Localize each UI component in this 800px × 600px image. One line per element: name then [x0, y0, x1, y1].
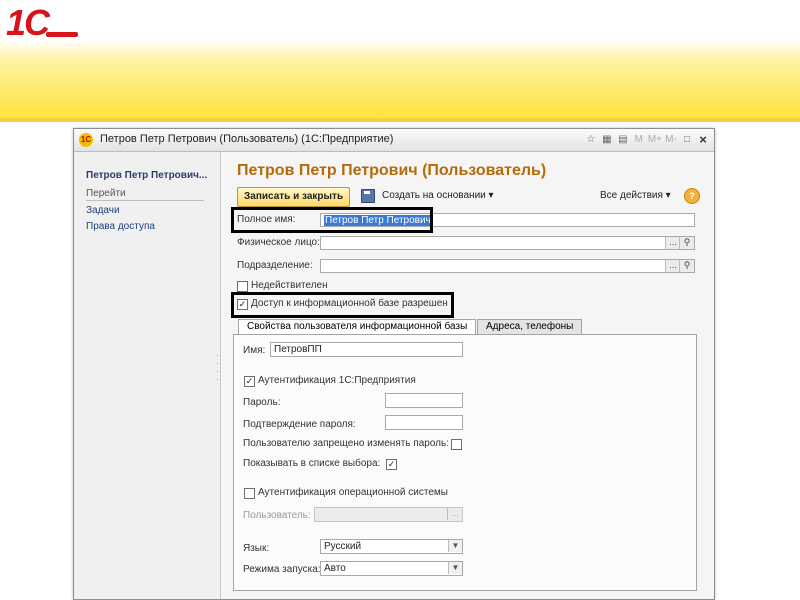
close-button[interactable]: × [696, 132, 710, 148]
calendar-icon[interactable]: ▤ [616, 132, 630, 148]
launch-mode-value: Авто [324, 563, 346, 574]
title-bar-controls: ☆ ▦ ▤ M M+ M- □ × [584, 131, 710, 149]
create-based-on-button[interactable]: Создать на основании ▾ [382, 190, 494, 201]
individual-label: Физическое лицо: [237, 237, 320, 248]
highlight-frame-full-name [231, 207, 433, 233]
favorites-icon[interactable]: ☆ [584, 132, 598, 148]
department-label: Подразделение: [237, 260, 313, 271]
save-and-close-button[interactable]: Записать и закрыть [237, 187, 351, 207]
header-separator [0, 118, 800, 122]
forbid-change-checkbox[interactable] [451, 439, 462, 450]
memory-plus-button[interactable]: M+ [648, 132, 662, 148]
department-select-button[interactable]: ... [665, 260, 680, 272]
help-icon[interactable]: ? [684, 188, 700, 204]
invalid-checkbox[interactable] [237, 281, 248, 292]
sidebar-item-access-rights[interactable]: Права доступа [86, 221, 155, 232]
slide-header [0, 0, 800, 122]
os-user-field: ... [314, 507, 463, 522]
forbid-change-label: Пользователю запрещено изменять пароль: [243, 438, 450, 449]
memory-button[interactable]: M [632, 132, 646, 148]
confirm-password-field[interactable] [385, 415, 463, 430]
auth-os-label: Аутентификация операционной системы [258, 487, 448, 498]
highlight-frame-ib-access [231, 292, 454, 318]
sidebar-section-goto: Перейти [86, 188, 204, 201]
language-label: Язык: [243, 543, 270, 554]
1c-logo: 1С [6, 2, 86, 43]
show-in-list-label: Показывать в списке выбора: [243, 458, 381, 469]
os-user-label: Пользователь: [243, 510, 311, 521]
show-in-list-checkbox[interactable]: ✓ [386, 459, 397, 470]
launch-mode-label: Режима запуска: [243, 564, 321, 575]
language-dropdown-icon[interactable]: ▼ [448, 540, 462, 552]
name-field[interactable]: ПетровПП [270, 342, 463, 357]
individual-search-icon[interactable]: ⚲ [679, 237, 694, 249]
save-icon[interactable] [361, 189, 375, 203]
window-title: Петров Петр Петрович (Пользователь) (1С:… [100, 133, 394, 145]
logo-text: 1С [6, 2, 50, 43]
individual-select-button[interactable]: ... [665, 237, 680, 249]
launch-mode-select[interactable]: Авто ▼ [320, 561, 463, 576]
resize-grip-icon[interactable]: · · · · [216, 352, 219, 384]
auth-os-checkbox[interactable] [244, 488, 255, 499]
title-bar: 1C Петров Петр Петрович (Пользователь) (… [74, 129, 714, 152]
all-actions-button[interactable]: Все действия ▾ [600, 190, 671, 201]
tab-addresses-phones[interactable]: Адреса, телефоны [477, 319, 583, 334]
name-label: Имя: [243, 345, 266, 356]
confirm-password-label: Подтверждение пароля: [243, 419, 356, 430]
launch-mode-dropdown-icon[interactable]: ▼ [448, 562, 462, 574]
calculator-icon[interactable]: ▦ [600, 132, 614, 148]
form-title: Петров Петр Петрович (Пользователь) [237, 162, 547, 179]
tab-user-properties[interactable]: Свойства пользователя информационной баз… [238, 319, 477, 334]
language-select[interactable]: Русский ▼ [320, 539, 463, 554]
invalid-label: Недействителен [251, 280, 328, 291]
department-field[interactable]: ... ⚲ [320, 259, 695, 273]
auth-1c-checkbox[interactable]: ✓ [244, 376, 255, 387]
navigation-panel: Петров Петр Петрович... Перейти Задачи П… [74, 152, 221, 599]
memory-minus-button[interactable]: M- [664, 132, 678, 148]
auth-1c-label: Аутентификация 1С:Предприятия [258, 375, 416, 386]
department-search-icon[interactable]: ⚲ [679, 260, 694, 272]
form-toolbar: Записать и закрыть Создать на основании … [237, 187, 702, 207]
logo-underline [46, 32, 78, 37]
language-value: Русский [324, 541, 362, 552]
individual-field[interactable]: ... ⚲ [320, 236, 695, 250]
os-user-select-button: ... [447, 508, 462, 520]
sidebar-item-tasks[interactable]: Задачи [86, 205, 120, 216]
maximize-button[interactable]: □ [680, 132, 694, 148]
app-icon: 1C [79, 133, 93, 147]
password-field[interactable] [385, 393, 463, 408]
sidebar-user[interactable]: Петров Петр Петрович... [86, 170, 207, 181]
password-label: Пароль: [243, 397, 281, 408]
